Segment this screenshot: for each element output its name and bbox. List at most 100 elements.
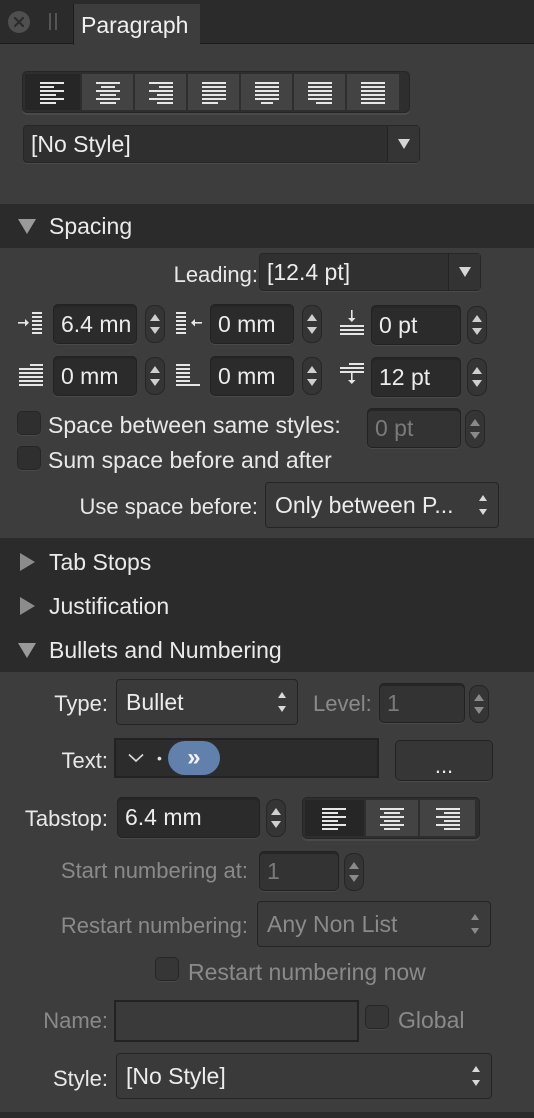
space-between-same-styles-field[interactable]: 0 pt [367, 408, 461, 448]
arrow-up-icon [150, 366, 160, 373]
section-justification-header[interactable]: Justification [0, 584, 534, 628]
justify-left-button[interactable] [188, 74, 239, 110]
leading-arrow-button[interactable] [448, 254, 480, 290]
space-after-field[interactable]: 12 pt [371, 357, 461, 397]
use-space-before-select[interactable]: Only between P... [265, 482, 499, 528]
tabstop-align-left-button[interactable] [305, 800, 364, 836]
align-right-button[interactable] [135, 74, 186, 110]
left-indent-field[interactable]: 6.4 mn [53, 304, 137, 344]
space-before-stepper[interactable] [467, 306, 487, 344]
name-field[interactable] [114, 1000, 359, 1042]
section-justification-label: Justification [49, 592, 170, 619]
align-center-icon [95, 82, 120, 104]
bullet-style-value: [No Style] [126, 1062, 226, 1089]
disclosure-expanded-icon [18, 219, 36, 234]
tab-paragraph-label: Paragraph [81, 12, 189, 38]
justify-right-button[interactable] [294, 74, 345, 110]
section-tab-stops-header[interactable]: Tab Stops [0, 540, 534, 584]
space-after-value: 12 pt [379, 363, 431, 390]
arrow-up-icon [307, 314, 317, 321]
arrow-up-icon [307, 366, 317, 373]
level-field[interactable]: 1 [379, 683, 465, 723]
restart-numbering-now-checkbox[interactable] [155, 957, 179, 981]
first-line-indent-icon [19, 364, 43, 386]
arrow-down-icon [307, 327, 317, 334]
tabstop-stepper[interactable] [266, 799, 286, 837]
space-between-same-styles-checkbox[interactable] [17, 411, 41, 435]
last-line-indent-stepper[interactable] [302, 357, 322, 395]
global-checkbox[interactable] [365, 1005, 389, 1029]
updown-arrows-icon [470, 914, 480, 934]
bullet-more-button[interactable]: ... [395, 740, 493, 781]
panel-bottom-bar [0, 1112, 534, 1118]
style-label: Style: [52, 1066, 108, 1091]
leading-dropdown[interactable]: [12.4 pt] [259, 253, 481, 291]
restart-numbering-select[interactable]: Any Non List [257, 901, 491, 947]
arrow-down-icon [472, 328, 482, 335]
align-right-icon [148, 82, 173, 104]
arrow-up-icon [271, 808, 281, 815]
close-icon [13, 16, 25, 28]
arrow-down-icon [470, 432, 480, 439]
restart-numbering-label: Restart numbering: [60, 913, 248, 938]
arrow-down-icon [150, 327, 160, 334]
space-between-same-styles-value: 0 pt [375, 414, 414, 441]
tabstop-label: Tabstop: [24, 806, 108, 831]
tab-paragraph[interactable]: Paragraph [73, 4, 200, 45]
bullet-type-select[interactable]: Bullet [116, 679, 298, 725]
paragraph-style-dropdown[interactable]: [No Style] [23, 125, 420, 163]
close-panel-button[interactable] [8, 11, 30, 33]
disclosure-expanded-icon [18, 643, 36, 658]
align-left-icon [39, 82, 64, 104]
justify-center-button[interactable] [241, 74, 292, 110]
bullet-token-pill[interactable]: » [167, 741, 220, 775]
section-spacing-header[interactable]: Spacing [0, 204, 534, 248]
restart-numbering-now-label: Restart numbering now [188, 959, 426, 985]
first-line-indent-stepper[interactable] [145, 357, 165, 395]
align-left-icon [321, 808, 346, 830]
disclosure-collapsed-icon [20, 553, 35, 571]
bullet-text-field[interactable]: • » [114, 738, 379, 778]
restart-numbering-value: Any Non List [267, 910, 398, 937]
paragraph-style-value: [No Style] [31, 130, 131, 157]
arrow-down-icon [307, 379, 317, 386]
last-line-indent-field[interactable]: 0 mm [210, 356, 294, 396]
paragraph-style-arrow-button[interactable] [387, 126, 419, 162]
level-stepper[interactable] [469, 685, 489, 723]
name-label: Name: [43, 1008, 108, 1033]
justify-all-button[interactable] [347, 74, 399, 110]
right-indent-field[interactable]: 0 mm [210, 304, 294, 344]
space-after-stepper[interactable] [467, 358, 487, 396]
global-label: Global [398, 1007, 465, 1033]
bullet-style-select[interactable]: [No Style] [116, 1053, 492, 1099]
first-line-indent-field[interactable]: 0 mm [53, 356, 137, 396]
start-numbering-stepper[interactable] [344, 853, 364, 891]
tabstop-field[interactable]: 6.4 mm [117, 797, 260, 838]
align-left-button[interactable] [25, 74, 80, 110]
tabstop-align-right-button[interactable] [420, 800, 475, 836]
align-center-button[interactable] [82, 74, 133, 110]
arrow-down-icon [271, 821, 281, 828]
arrow-down-icon [150, 379, 160, 386]
section-bullets-label: Bullets and Numbering [49, 636, 282, 663]
justify-left-icon [201, 82, 226, 104]
space-before-field[interactable]: 0 pt [371, 305, 461, 345]
disclosure-collapsed-icon [20, 597, 35, 615]
section-bullets-header[interactable]: Bullets and Numbering [0, 628, 534, 672]
tabstop-align-center-button[interactable] [366, 800, 418, 836]
left-indent-stepper[interactable] [145, 305, 165, 343]
right-indent-stepper[interactable] [302, 305, 322, 343]
start-numbering-field[interactable]: 1 [259, 851, 339, 891]
space-between-same-styles-stepper[interactable] [465, 410, 485, 448]
sum-space-checkbox[interactable] [17, 446, 41, 470]
chevron-down-icon[interactable] [128, 753, 144, 763]
section-tab-stops-label: Tab Stops [49, 548, 152, 575]
bullet-dot: • [157, 750, 162, 766]
arrow-up-icon [349, 862, 359, 869]
use-space-before-value: Only between P... [275, 491, 454, 518]
drag-handle-icon[interactable] [49, 13, 57, 30]
text-label: Text: [61, 748, 108, 773]
align-center-icon [380, 808, 404, 830]
right-indent-icon [176, 312, 202, 334]
start-numbering-value: 1 [267, 857, 280, 884]
